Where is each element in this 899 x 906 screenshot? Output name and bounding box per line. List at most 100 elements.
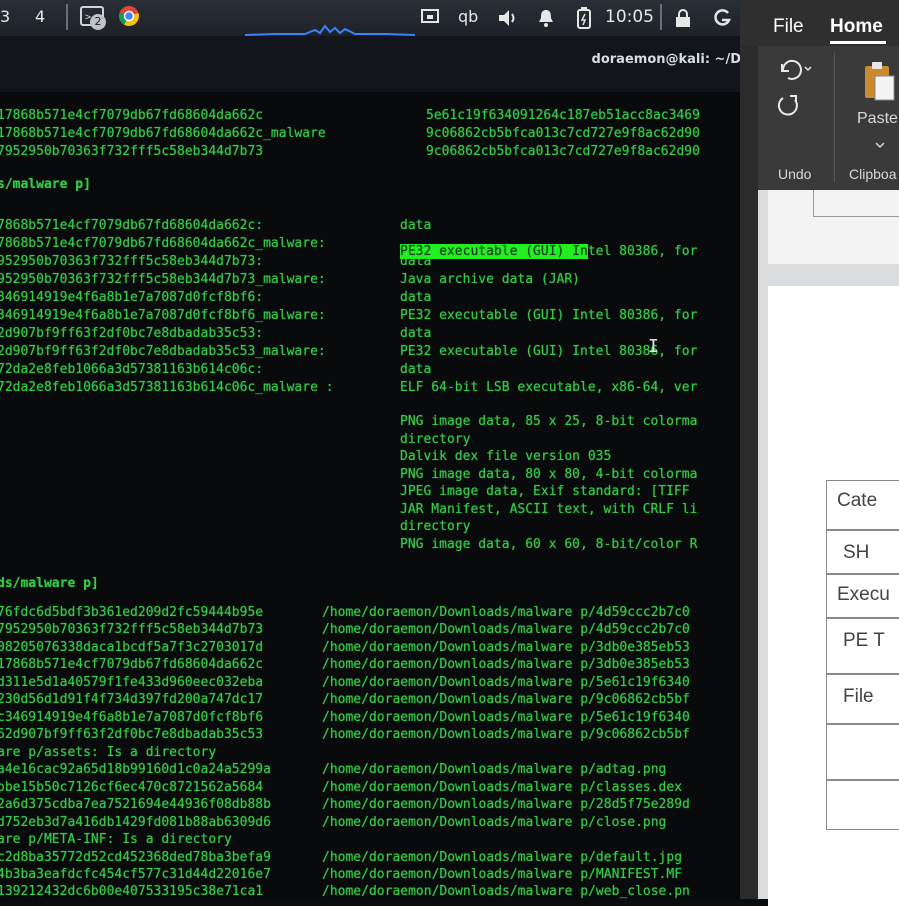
power-refresh-icon[interactable] xyxy=(712,8,732,32)
terminal-line: 2d907bf9ff63f2df0bc7e8dbadab35c53_malwar… xyxy=(0,344,326,359)
terminal-line: 62d907bf9ff63f2df0bc7e8dbadab35c53 xyxy=(0,727,264,742)
document-canvas[interactable]: Cate SH Execu PE T File xyxy=(758,190,899,906)
tray-network-label[interactable]: qb xyxy=(458,7,478,26)
terminal-line: c2d8ba35772d52cd452368ded78ba3befa9 xyxy=(0,850,271,865)
terminal-line: s/malware p] xyxy=(0,177,91,192)
terminal-line: /home/doraemon/Downloads/malware p/web_c… xyxy=(322,884,690,899)
terminal-line: 7868b571e4cf7079db67fd68604da662c: xyxy=(0,218,264,233)
terminal-line: /home/doraemon/Downloads/malware p/3db0e… xyxy=(322,657,690,672)
terminal-line: 17868b571e4cf7079db67fd68604da662c_malwa… xyxy=(0,126,326,141)
terminal-window-title: doraemon@kali: ~/D xyxy=(591,52,741,67)
clock[interactable]: 10:05 xyxy=(605,7,654,27)
terminal-line: 76fdc6d5bdf3b361ed209d2fc59444b95e xyxy=(0,605,264,620)
table-cell-category[interactable]: Cate xyxy=(826,480,899,530)
paste-button[interactable]: Paste xyxy=(857,110,898,128)
terminal-line: /home/doraemon/Downloads/malware p/class… xyxy=(322,780,683,795)
table-cell-sha[interactable]: SH xyxy=(826,530,899,574)
terminal-line: 7952950b70363f732fff5c58eb344d7b73 xyxy=(0,622,264,637)
tab-home[interactable]: Home xyxy=(830,16,883,38)
terminal-line-rest: tel 80386, for xyxy=(587,244,698,259)
terminal-line: /home/doraemon/Downloads/malware p/5e61c… xyxy=(322,675,690,690)
terminal-line: 346914919e4f6a8b1e7a7087d0fcf8bf6: xyxy=(0,290,264,305)
terminal-line: 230d56d1d91f4f734d397fd200a747dc17 xyxy=(0,692,264,707)
table-cell-pe-type[interactable]: PE T xyxy=(826,618,899,674)
terminal-line: data xyxy=(400,362,432,377)
terminal-line: 17868b571e4cf7079db67fd68604da662c xyxy=(0,657,264,672)
taskbar-divider xyxy=(66,4,68,30)
previous-page xyxy=(768,190,899,264)
network-activity-graph-icon xyxy=(245,24,415,36)
terminal-line: directory xyxy=(400,519,471,534)
terminal-line: ELF 64-bit LSB executable, x86-64, ver xyxy=(400,380,698,395)
terminal-line: 139212432dc6b00e407533195c38e71ca1 xyxy=(0,884,264,899)
terminal-line: PNG image data, 80 x 80, 4-bit colorma xyxy=(400,467,698,482)
terminal-line: d311e5d1a40579f1fe433d960eec032eba xyxy=(0,675,264,690)
terminal-line: 17868b571e4cf7079db67fd68604da662c xyxy=(0,108,264,123)
terminal-line: JAR Manifest, ASCII text, with CRLF li xyxy=(400,502,698,517)
taskbar-divider-2 xyxy=(660,4,662,30)
table-fragment xyxy=(813,190,899,217)
terminal-line: /home/doraemon/Downloads/malware p/28d5f… xyxy=(322,797,690,812)
terminal-line: 9c06862cb5bfca013c7cd727e9f8ac62d90 xyxy=(426,144,700,159)
terminal-line: a4e16cac92a65d18b99160d1c0a24a5299a xyxy=(0,762,271,777)
undo-group-label: Undo xyxy=(778,166,812,182)
ribbon-tabs: File Home xyxy=(740,0,899,46)
lock-icon[interactable] xyxy=(674,8,692,32)
table-cell-empty-2[interactable] xyxy=(826,780,899,830)
terminal-line: obe15b50c7126cf6ec470c8721562a5684 xyxy=(0,780,264,795)
terminal-line: PNG image data, 85 x 25, 8-bit colorma xyxy=(400,414,698,429)
notification-bell-icon[interactable] xyxy=(537,8,555,32)
terminal-line: data xyxy=(400,290,432,305)
terminal-line: /home/doraemon/Downloads/malware p/4d59c… xyxy=(322,605,690,620)
terminal-line: directory xyxy=(400,432,471,447)
tab-file[interactable]: File xyxy=(773,16,804,38)
terminal-line: 346914919e4f6a8b1e7a7087d0fcf8bf6_malwar… xyxy=(0,308,326,323)
text-cursor-ibeam-icon: I xyxy=(648,336,659,357)
terminal-line: /home/doraemon/Downloads/malware p/9c068… xyxy=(322,692,690,707)
terminal-line: JPEG image data, Exif standard: [TIFF xyxy=(400,484,690,499)
table-cell-executable[interactable]: Execu xyxy=(826,574,899,618)
terminal-line: are p/META-INF: Is a directory xyxy=(0,832,232,847)
terminal-line: /home/doraemon/Downloads/malware p/adtag… xyxy=(322,762,667,777)
workspace-3-button[interactable]: 3 xyxy=(0,7,10,26)
terminal-line: 7952950b70363f732fff5c58eb344d7b73 xyxy=(0,144,264,159)
terminal-line: 2d907bf9ff63f2df0bc7e8dbadab35c53: xyxy=(0,326,264,341)
terminal-app-icon[interactable]: >_ 2 xyxy=(80,6,106,32)
workspace-4-button[interactable]: 4 xyxy=(35,7,45,26)
clipboard-group-label: Clipboa xyxy=(849,166,897,182)
volume-icon[interactable] xyxy=(497,8,519,32)
paste-dropdown-chevron-icon[interactable] xyxy=(875,134,885,153)
paste-clipboard-icon[interactable] xyxy=(862,60,896,108)
terminal-line: c346914919e4f6a8b1e7a7087d0fcf8bf6 xyxy=(0,710,264,725)
redo-icon[interactable] xyxy=(776,94,802,122)
terminal-line: are p/assets: Is a directory xyxy=(0,745,217,760)
terminal-line: /home/doraemon/Downloads/malware p/9c068… xyxy=(322,727,690,742)
selected-text-highlight[interactable]: PE32 executable (GUI) In xyxy=(400,244,588,259)
terminal-titlebar[interactable]: doraemon@kali: ~/D xyxy=(0,36,745,92)
document-page[interactable]: Cate SH Execu PE T File xyxy=(768,286,899,906)
terminal-line: 952950b70363f732fff5c58eb344d7b73_malwar… xyxy=(0,272,326,287)
terminal-line: /home/doraemon/Downloads/malware p/defau… xyxy=(322,850,683,865)
terminal-line: 72da2e8feb1066a3d57381163b614c06c: xyxy=(0,362,264,377)
terminal-line: 72da2e8feb1066a3d57381163b614c06c_malwar… xyxy=(0,380,334,395)
ribbon-divider xyxy=(834,52,835,182)
table-cell-file[interactable]: File xyxy=(826,674,899,724)
terminal-line: /home/doraemon/Downloads/malware p/MANIF… xyxy=(322,867,683,882)
terminal-line: d752eb3d7a416db1429fd081b88ab6309d6 xyxy=(0,815,271,830)
undo-icon[interactable] xyxy=(776,58,812,86)
chrome-icon[interactable] xyxy=(118,5,140,31)
terminal-line: 7868b571e4cf7079db67fd68604da662c_malwar… xyxy=(0,236,326,251)
tray-display-icon[interactable] xyxy=(420,8,440,30)
terminal-line: data xyxy=(400,218,432,233)
word-window: File Home Undo Paste Clipboa Cate SH Exe… xyxy=(740,0,899,906)
terminal-highlighted-line: PE32 executable (GUI) Intel 80386, for xyxy=(400,244,697,259)
terminal-line: /home/doraemon/Downloads/malware p/close… xyxy=(322,815,667,830)
battery-icon[interactable] xyxy=(577,7,591,33)
terminal-line: Java archive data (JAR) xyxy=(400,272,581,287)
terminal-line: 4b3ba3eafdcfc454cf577c31d44d22016e7 xyxy=(0,867,271,882)
table-cell-empty-1[interactable] xyxy=(826,724,899,780)
terminal-window-count-badge: 2 xyxy=(90,14,106,30)
terminal-line: 2a6d375cdba7ea7521694e44936f08db88b xyxy=(0,797,271,812)
terminal-output[interactable]: 17868b571e4cf7079db67fd68604da662c 5e61c1… xyxy=(0,92,740,899)
terminal-line: 9c06862cb5bfca013c7cd727e9f8ac62d90 xyxy=(426,126,700,141)
